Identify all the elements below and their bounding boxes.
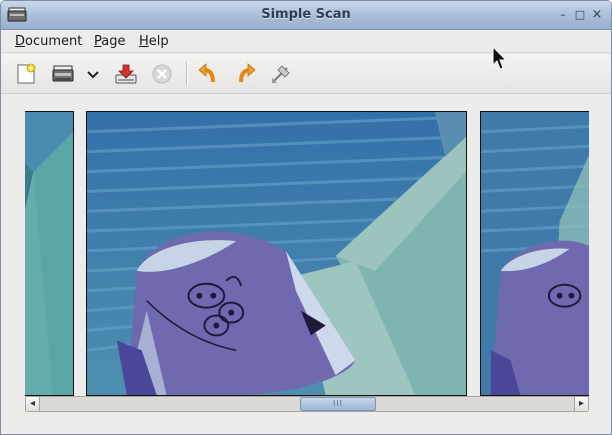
stop-button[interactable] <box>150 62 174 86</box>
horizontal-scrollbar[interactable]: ◂ III ▸ <box>25 396 589 412</box>
save-button[interactable] <box>114 62 138 86</box>
scan-icon <box>52 65 74 82</box>
page-next[interactable] <box>480 111 589 396</box>
page-previous[interactable] <box>25 111 74 396</box>
toolbar-separator <box>186 62 187 86</box>
menu-bar: Document Page Help <box>1 30 611 53</box>
scroll-left-button[interactable]: ◂ <box>26 397 40 411</box>
application-window: Simple Scan – □ × Document Page Help ◂ I… <box>0 0 612 435</box>
menu-help-label: elp <box>148 34 169 49</box>
menu-help[interactable]: Help <box>139 34 169 49</box>
minimize-button[interactable]: – <box>557 9 569 21</box>
scrollbar-thumb[interactable]: III <box>300 397 376 411</box>
chevron-down-icon <box>87 71 99 79</box>
new-document-button[interactable] <box>14 62 38 86</box>
crop-icon <box>272 65 290 83</box>
scan-options-dropdown[interactable] <box>85 62 101 86</box>
window-title: Simple Scan <box>261 7 351 22</box>
rotate-right-icon <box>239 63 256 83</box>
new-document-icon <box>17 63 36 84</box>
stop-icon <box>152 64 172 84</box>
menu-page-label: age <box>101 34 126 49</box>
rotate-left-icon <box>198 63 215 83</box>
rotate-right-button[interactable] <box>233 62 257 86</box>
scanned-image-next <box>481 112 589 395</box>
menu-document-mnemonic: D <box>15 34 26 49</box>
maximize-button[interactable]: □ <box>574 9 586 21</box>
menu-page[interactable]: Page <box>94 34 125 49</box>
title-bar[interactable]: Simple Scan – □ × <box>1 1 611 30</box>
toolbar <box>1 54 611 94</box>
save-icon <box>115 64 137 84</box>
menu-document-label: ocument <box>25 34 83 49</box>
page-view-area: ◂ III ▸ <box>1 95 611 434</box>
close-button[interactable]: × <box>591 8 603 21</box>
page-viewport[interactable] <box>25 110 589 397</box>
page-current[interactable] <box>86 111 467 396</box>
scanned-image-previous <box>25 112 73 395</box>
scroll-right-button[interactable]: ▸ <box>574 397 588 411</box>
scanned-image-current <box>87 112 466 395</box>
scan-button[interactable] <box>51 62 75 86</box>
crop-button[interactable] <box>269 62 293 86</box>
menu-help-mnemonic: H <box>139 34 149 49</box>
rotate-left-button[interactable] <box>197 62 221 86</box>
mouse-pointer-icon <box>491 45 509 73</box>
menu-document[interactable]: Document <box>15 34 82 49</box>
